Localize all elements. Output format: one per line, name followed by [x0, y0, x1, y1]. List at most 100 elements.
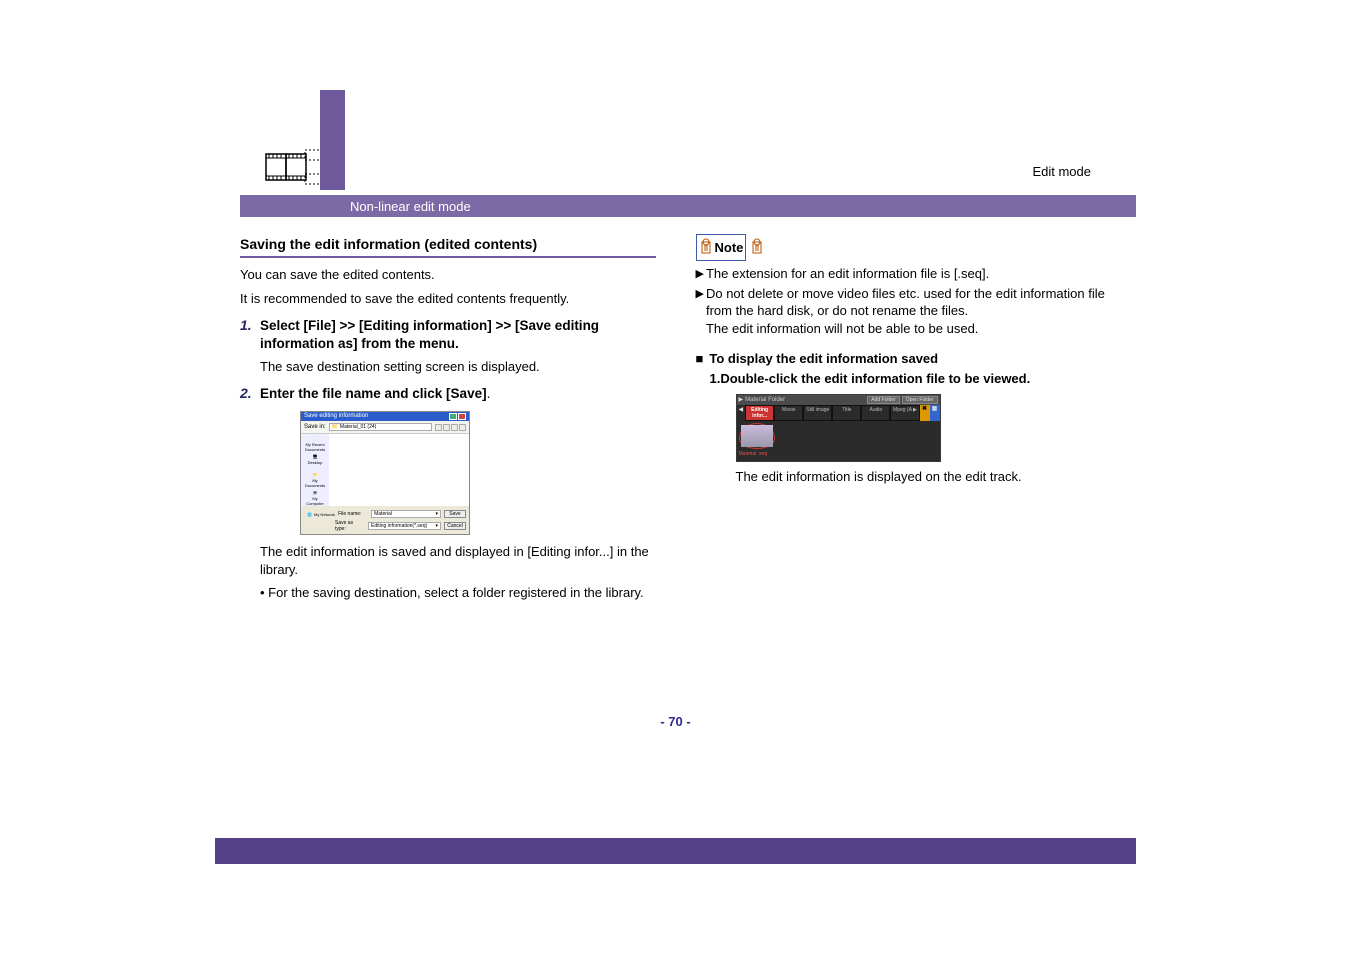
filename-input[interactable]: Material ▾: [371, 510, 441, 518]
section-bar-label: Non-linear edit mode: [350, 199, 471, 214]
sidebar-tab-decor: [320, 90, 345, 190]
step-2-text-b: .: [487, 386, 491, 401]
right-result: The edit information is displayed on the…: [736, 468, 1112, 486]
step-2-bullet: • For the saving destination, select a f…: [260, 584, 656, 602]
open-folder-button[interactable]: Open Folder: [902, 396, 938, 404]
bottom-bar: [215, 838, 1136, 864]
places-mycomputer[interactable]: 💻My Computer: [308, 490, 322, 504]
chevron-down-icon: ▾: [435, 523, 438, 529]
play-right-icon: ▶: [739, 396, 744, 403]
filetype-value: Editing information(*.seq): [371, 523, 427, 529]
filename-row: 🌐My Network File name: Material ▾ Save: [304, 510, 466, 518]
views-icon[interactable]: [459, 424, 466, 431]
tab-mpeg[interactable]: Mpeg (A ▶: [890, 405, 919, 421]
seq-thumbnail[interactable]: [741, 425, 773, 447]
mydocs-icon: 📁: [313, 472, 318, 477]
library-panel: ▶ Material Folder Add Folder Open Folder…: [736, 394, 941, 462]
places-recent-label: My Recent Documents: [305, 442, 325, 452]
filetype-combo[interactable]: Editing information(*.seq) ▾: [368, 522, 441, 530]
bullet-icon: ▶: [696, 265, 704, 283]
places-desktop-label: Desktop: [308, 460, 323, 465]
sub-heading: ■ To display the edit information saved: [696, 351, 1112, 366]
left-column: Saving the edit information (edited cont…: [240, 230, 656, 604]
seq-thumbnail-highlight: [739, 423, 775, 449]
savein-combo[interactable]: 📁Material_01 (24): [329, 423, 432, 431]
up-icon[interactable]: [443, 424, 450, 431]
back-icon[interactable]: [435, 424, 442, 431]
network-icon: 🌐: [307, 512, 312, 517]
places-bar: 📄My Recent Documents 🖥Desktop 📁My Docume…: [301, 434, 329, 506]
places-recent[interactable]: 📄My Recent Documents: [308, 436, 322, 450]
desktop-icon: 🖥: [312, 454, 317, 459]
cancel-button[interactable]: Cancel: [444, 522, 466, 530]
step-2-text-a: Enter the file name and click [Save]: [260, 386, 487, 401]
computer-icon: 💻: [313, 490, 318, 495]
note-clip-icon-left: [699, 237, 713, 258]
bullet-icon: ▶: [696, 285, 704, 338]
tab-title[interactable]: Title: [832, 405, 861, 421]
close-icon[interactable]: [458, 413, 466, 420]
dialog-bottom: 🌐My Network File name: Material ▾ Save Sa…: [301, 506, 469, 534]
dialog-window-buttons: [449, 413, 466, 420]
step-2-result: The edit information is saved and displa…: [260, 543, 656, 578]
tab-editing-info[interactable]: Editing infor...: [745, 405, 774, 421]
dialog-toolbar: [435, 424, 466, 431]
step-1-body: The save destination setting screen is d…: [260, 358, 656, 376]
places-network[interactable]: 🌐My Network: [304, 512, 335, 517]
newfolder-icon[interactable]: [451, 424, 458, 431]
play-left-icon: ◀: [737, 405, 746, 421]
tab-movie[interactable]: Movie: [774, 405, 803, 421]
save-button[interactable]: Save: [444, 510, 466, 518]
note-item-2: ▶ Do not delete or move video files etc.…: [696, 285, 1112, 338]
savein-row: Save in: 📁Material_01 (24): [301, 421, 469, 434]
help-icon[interactable]: [449, 413, 457, 420]
step-1-number: 1.: [240, 317, 254, 353]
library-title: Material Folder: [745, 397, 865, 403]
places-mydocs-label: My Documents: [305, 478, 325, 488]
step-2-text: Enter the file name and click [Save].: [260, 385, 490, 403]
step-1-text: Select [File] >> [Editing information] >…: [260, 317, 656, 353]
library-screenshot: ▶ Material Folder Add Folder Open Folder…: [736, 394, 1112, 462]
section-title: Saving the edit information (edited cont…: [240, 230, 656, 256]
library-body: Material .seq: [737, 421, 940, 461]
places-network-label: My Network: [314, 512, 335, 517]
filetype-row: Save as type: Editing information(*.seq)…: [304, 520, 466, 532]
dialog-filelist[interactable]: [329, 434, 469, 506]
note-2-text: Do not delete or move video files etc. u…: [706, 286, 1105, 319]
dialog-title: Save editing information: [304, 413, 368, 420]
dialog-titlebar: Save editing information: [301, 412, 469, 421]
note-1-text: The extension for an edit information fi…: [706, 265, 989, 283]
filename-label: File name:: [338, 511, 368, 517]
places-mydocs[interactable]: 📁My Documents: [308, 472, 322, 486]
film-reel-icon: [265, 146, 325, 191]
tab-still-image[interactable]: Still image: [803, 405, 832, 421]
filename-value: Material: [374, 511, 392, 517]
savein-value: Material_01 (24): [340, 424, 376, 430]
edit-mode-label: Edit mode: [1032, 164, 1091, 179]
tab-audio[interactable]: Audio: [861, 405, 890, 421]
note-header: Note: [696, 234, 765, 261]
title-underline: [240, 256, 656, 258]
page-number: - 70 -: [0, 714, 1351, 729]
note-label: Note: [715, 240, 744, 255]
places-desktop[interactable]: 🖥Desktop: [308, 454, 322, 468]
tab-grid-icon[interactable]: ▦: [930, 405, 940, 421]
library-tabs: ◀ Editing infor... Movie Still image Tit…: [737, 405, 940, 421]
section-bar: Non-linear edit mode: [240, 195, 1136, 217]
seq-thumbnail-label: Material .seq: [739, 451, 938, 457]
right-column: Note ▶ The extension for an edit informa…: [696, 230, 1112, 604]
chevron-down-icon: ▾: [435, 511, 438, 517]
intro-p1: You can save the edited contents.: [240, 266, 656, 284]
save-dialog-screenshot: Save editing information Save in: 📁Mater…: [300, 411, 656, 535]
tab-close-icon[interactable]: ✖: [920, 405, 930, 421]
save-dialog: Save editing information Save in: 📁Mater…: [300, 411, 470, 535]
places-mycomputer-label: My Computer: [306, 496, 324, 506]
sub-step-1: 1.Double-click the edit information file…: [710, 370, 1112, 388]
dialog-body: 📄My Recent Documents 🖥Desktop 📁My Docume…: [301, 434, 469, 506]
sub-heading-text: To display the edit information saved: [709, 351, 938, 366]
savein-label: Save in:: [304, 424, 326, 430]
add-folder-button[interactable]: Add Folder: [867, 396, 899, 404]
recent-docs-icon: 📄: [313, 436, 318, 441]
folder-icon: 📁: [332, 424, 338, 430]
note-frame: Note: [696, 234, 747, 261]
